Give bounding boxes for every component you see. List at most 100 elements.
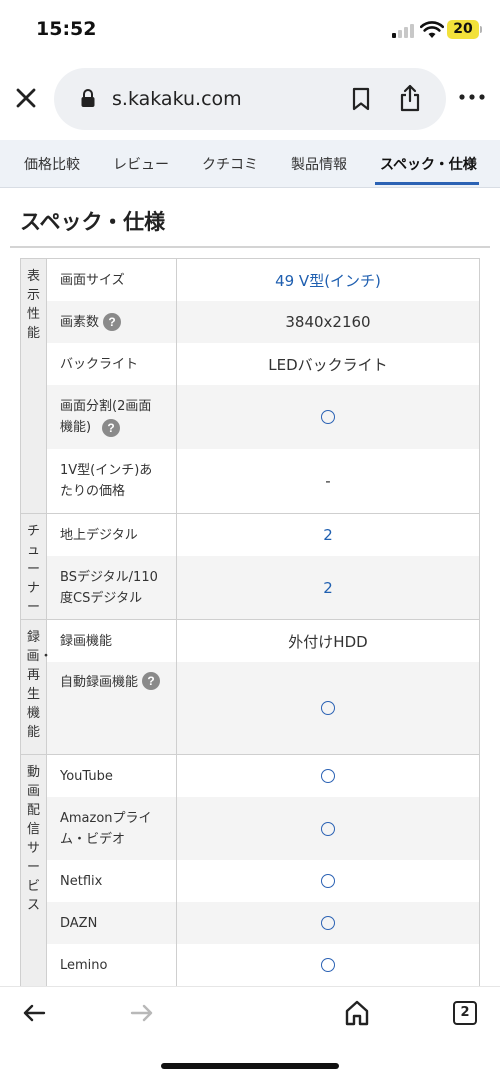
wifi-icon (420, 21, 444, 38)
active-tab-indicator (375, 182, 479, 185)
spec-value[interactable]: 2 (176, 514, 479, 556)
tab-product-info[interactable]: 製品情報 (291, 154, 347, 174)
help-icon[interactable]: ? (142, 672, 161, 690)
section-divider (10, 246, 490, 248)
tab-specs[interactable]: スペック・仕様 (380, 154, 477, 174)
table-row: YouTube (47, 755, 479, 797)
status-time: 15:52 (36, 18, 97, 40)
battery-tip (480, 26, 482, 33)
spec-name: YouTube (47, 755, 176, 797)
available-circle-icon (321, 701, 335, 715)
available-circle-icon (321, 821, 335, 836)
battery-level: 20 (453, 21, 473, 37)
table-row: Lemino (47, 944, 479, 986)
table-row: バックライト LEDバックライト (47, 343, 479, 385)
spec-value (176, 797, 479, 860)
spec-name-text: YouTube (60, 768, 113, 784)
lock-icon (81, 89, 95, 107)
spec-name: バックライト (47, 343, 176, 385)
table-row: 画面分割(2画面機能)? (47, 385, 479, 449)
cellular-signal-icon (392, 22, 416, 38)
spec-value (176, 385, 479, 449)
share-icon[interactable] (398, 84, 422, 112)
spec-name-text: 地上デジタル (60, 527, 138, 543)
close-icon[interactable] (12, 84, 40, 112)
available-circle-icon (321, 874, 335, 888)
table-row: 1V型(インチ)あたりの価格 - (47, 449, 479, 513)
spec-name: BSデジタル/110度CSデジタル (47, 556, 176, 619)
tab-word-of-mouth[interactable]: クチコミ (202, 154, 258, 174)
table-row: DAZN (47, 902, 479, 944)
spec-value (176, 662, 479, 754)
spec-group-display: 表示性能 画面サイズ 49 V型(インチ) 画素数? 3840x2160 バック… (21, 259, 479, 514)
spec-value (176, 902, 479, 944)
spec-name-text: 1V型(インチ)あたりの価格 (60, 463, 153, 499)
forward-arrow-icon[interactable] (130, 1003, 154, 1023)
spec-name-text: 画面サイズ (60, 272, 125, 288)
spec-name-text: Netflix (60, 873, 103, 889)
table-row: Amazonプライム・ビデオ (47, 797, 479, 860)
spec-group-recording: 録画・再生機能 録画機能 外付けHDD 自動録画機能? (21, 620, 479, 755)
spec-value (176, 755, 479, 797)
category-label: チューナー (21, 514, 47, 619)
spec-name: 画素数? (47, 301, 176, 343)
category-text: 表示性能 (26, 269, 40, 341)
spec-name: 録画機能 (47, 620, 176, 662)
table-row: Netflix (47, 860, 479, 902)
tab-count: 2 (460, 1005, 470, 1020)
spec-name-text: 録画機能 (60, 633, 113, 649)
spec-name: DAZN (47, 902, 176, 944)
tab-count-button[interactable]: 2 (453, 1001, 477, 1025)
section-title: スペック・仕様 (20, 210, 166, 234)
category-text: 動画配信サービス (26, 765, 40, 913)
spec-group-tuner: チューナー 地上デジタル 2 BSデジタル/110度CSデジタル 2 (21, 514, 479, 620)
spec-table: 表示性能 画面サイズ 49 V型(インチ) 画素数? 3840x2160 バック… (20, 258, 480, 988)
category-label: 動画配信サービス (21, 755, 47, 986)
spec-value: 外付けHDD (176, 620, 479, 662)
category-text: 録画・再生機能 (26, 630, 53, 740)
spec-group-streaming: 動画配信サービス YouTube Amazonプライム・ビデオ Netflix … (21, 755, 479, 987)
spec-name-text: BSデジタル/110度CSデジタル (60, 569, 158, 606)
spec-name-text: バックライト (60, 356, 139, 372)
bookmark-icon[interactable] (350, 87, 372, 111)
spec-name-text: 自動録画機能 (60, 675, 139, 690)
address-bar[interactable]: s.kakaku.com (54, 68, 446, 130)
table-row: 画素数? 3840x2160 (47, 301, 479, 343)
spec-name-text: 画素数 (60, 314, 100, 330)
home-indicator (161, 1063, 339, 1069)
spec-value[interactable]: 2 (176, 556, 479, 619)
more-options-icon[interactable] (458, 92, 486, 102)
available-circle-icon (321, 916, 335, 930)
spec-name-text: Lemino (60, 957, 108, 973)
spec-value: - (176, 449, 479, 513)
battery-icon: 20 (447, 20, 479, 39)
spec-name: Lemino (47, 944, 176, 986)
available-circle-icon (321, 769, 335, 783)
url-text[interactable]: s.kakaku.com (112, 88, 242, 110)
tab-price-compare[interactable]: 価格比較 (24, 154, 80, 174)
back-arrow-icon[interactable] (22, 1003, 46, 1023)
spec-name: Netflix (47, 860, 176, 902)
spec-name: 画面分割(2画面機能)? (47, 385, 176, 449)
spec-value (176, 944, 479, 986)
tab-reviews[interactable]: レビュー (113, 154, 169, 174)
table-row: 地上デジタル 2 (47, 514, 479, 556)
category-text: チューナー (26, 524, 40, 615)
table-row: BSデジタル/110度CSデジタル 2 (47, 556, 479, 619)
spec-name-text: Amazonプライム・ビデオ (60, 810, 152, 847)
table-row: 録画機能 外付けHDD (47, 620, 479, 662)
spec-name: 画面サイズ (47, 259, 176, 301)
table-row: 自動録画機能? (47, 662, 479, 754)
spec-name: Amazonプライム・ビデオ (47, 797, 176, 860)
help-icon[interactable]: ? (103, 313, 122, 331)
spec-name-text: DAZN (60, 915, 98, 931)
spec-value[interactable]: 49 V型(インチ) (176, 259, 479, 301)
spec-name: 自動録画機能? (47, 662, 176, 754)
home-icon[interactable] (344, 999, 370, 1027)
status-bar: 15:52 20 (0, 0, 500, 60)
spec-name: 地上デジタル (47, 514, 176, 556)
spec-value (176, 860, 479, 902)
browser-toolbar: s.kakaku.com (0, 66, 500, 132)
help-icon[interactable]: ? (102, 419, 120, 437)
category-label: 録画・再生機能 (21, 620, 53, 754)
